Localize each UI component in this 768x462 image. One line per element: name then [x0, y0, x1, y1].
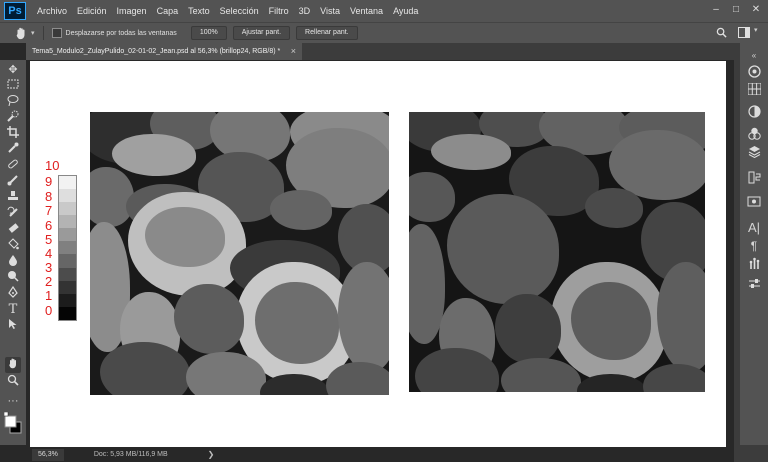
character-icon[interactable]: A| [746, 221, 762, 235]
menu-edicion[interactable]: Edición [72, 6, 112, 16]
more-icon[interactable]: ··· [5, 393, 21, 409]
hand-icon[interactable] [5, 357, 21, 373]
scale-label: 5 [45, 232, 53, 247]
grayscale-strip [58, 175, 77, 321]
eraser-icon[interactable] [5, 222, 21, 238]
lasso-icon[interactable] [5, 94, 21, 110]
layers-icon[interactable] [746, 145, 762, 159]
menu-filtro[interactable]: Filtro [264, 6, 294, 16]
close-button[interactable]: ✕ [750, 4, 762, 16]
options-bar: ▾ Desplazarse por todas las ventanas 100… [0, 22, 768, 43]
grayscale-swatch [59, 215, 76, 229]
grayscale-swatch [59, 293, 76, 307]
maximize-button[interactable]: □ [730, 4, 742, 16]
crop-icon[interactable] [5, 126, 21, 142]
photoshop-logo[interactable]: Ps [4, 2, 26, 20]
paths-icon[interactable] [746, 195, 762, 209]
healing-icon[interactable] [5, 158, 21, 174]
grayscale-swatch [59, 176, 76, 190]
zoom-100-button[interactable]: 100% [190, 26, 227, 40]
grayscale-swatch [59, 306, 76, 320]
grayscale-swatch [59, 202, 76, 216]
stamp-icon[interactable] [5, 190, 21, 206]
scale-label: 0 [45, 303, 53, 318]
search-icon[interactable] [716, 27, 727, 38]
scroll-all-label: Desplazarse por todas las ventanas [65, 29, 177, 37]
styles-icon[interactable] [746, 127, 762, 141]
document-tab-bar: Tema5_Modulo2_ZulayPulido_02-01-02_Jean.… [26, 43, 734, 60]
color-swatches-icon[interactable] [4, 412, 22, 442]
properties-icon[interactable] [746, 277, 762, 291]
swatches-icon[interactable] [746, 82, 762, 97]
scale-label: 7 [45, 203, 53, 218]
separator [42, 26, 44, 40]
document-canvas[interactable] [30, 61, 726, 447]
workspace-chevron-icon[interactable]: ▾ [754, 26, 758, 34]
minimize-button[interactable]: – [710, 4, 722, 16]
zoom-icon[interactable] [5, 374, 21, 390]
pen-icon[interactable] [5, 285, 21, 302]
grayscale-swatch [59, 228, 76, 242]
scale-label: 6 [45, 218, 53, 233]
marquee-icon[interactable] [5, 78, 21, 94]
pebbles-image-bright [90, 112, 389, 395]
move-icon[interactable]: ✥ [5, 62, 21, 78]
menu-3d[interactable]: 3D [294, 6, 316, 16]
grayscale-swatch [59, 254, 76, 268]
document-size-info: Doc: 5,93 MB/116,9 MB [93, 451, 168, 458]
type-icon[interactable]: T [5, 302, 21, 318]
menu-texto[interactable]: Texto [183, 6, 215, 16]
scroll-all-checkbox[interactable] [51, 28, 62, 38]
scale-label: 9 [45, 174, 53, 189]
grayscale-swatch [59, 241, 76, 255]
pebbles-image-dark [409, 112, 705, 392]
document-tab[interactable]: Tema5_Modulo2_ZulayPulido_02-01-02_Jean.… [26, 43, 302, 60]
scale-label: 8 [45, 189, 53, 204]
status-bar: 56,3% Doc: 5,93 MB/116,9 MB ❯ [26, 447, 734, 462]
channels-icon[interactable] [746, 171, 762, 185]
scale-label: 2 [45, 274, 53, 289]
menu-ventana[interactable]: Ventana [345, 6, 388, 16]
menu-imagen[interactable]: Imagen [112, 6, 152, 16]
panel-dock: « A| ¶ [740, 43, 768, 445]
bucket-icon[interactable] [5, 238, 21, 254]
status-menu-arrow-icon[interactable]: ❯ [208, 450, 215, 459]
hand-tool-icon[interactable] [14, 26, 28, 40]
fill-screen-button[interactable]: Rellenar pant. [296, 26, 358, 40]
dodge-icon[interactable] [5, 270, 21, 286]
menu-vista[interactable]: Vista [315, 6, 345, 16]
scale-label: 10 [45, 158, 60, 173]
zoom-level-field[interactable]: 56,3% [32, 448, 64, 461]
color-icon[interactable] [746, 65, 762, 79]
menu-ayuda[interactable]: Ayuda [388, 6, 423, 16]
fit-screen-button[interactable]: Ajustar pant. [232, 26, 291, 40]
menu-capa[interactable]: Capa [152, 6, 184, 16]
quick-select-icon[interactable] [5, 110, 21, 126]
collapse-panels-icon[interactable]: « [746, 49, 762, 63]
adjustments-icon[interactable] [746, 105, 762, 119]
document-title: Tema5_Modulo2_ZulayPulido_02-01-02_Jean.… [32, 48, 281, 55]
paragraph-icon[interactable]: ¶ [746, 239, 762, 253]
glyphs-icon[interactable] [746, 257, 762, 271]
history-brush-icon[interactable] [5, 206, 21, 222]
menu-seleccion[interactable]: Selección [215, 6, 264, 16]
workspace-icon[interactable] [738, 27, 750, 38]
scale-label: 1 [45, 288, 53, 303]
scale-label: 4 [45, 246, 53, 261]
document-close-icon[interactable]: × [291, 43, 296, 60]
grayscale-swatch [59, 280, 76, 294]
menu-archivo[interactable]: Archivo [32, 6, 72, 16]
blur-icon[interactable] [5, 254, 21, 270]
brush-icon[interactable] [5, 174, 21, 190]
path-select-icon[interactable] [5, 318, 21, 334]
scale-label: 3 [45, 260, 53, 275]
tools-panel: ✥ T ··· [0, 60, 26, 445]
grayscale-swatch [59, 189, 76, 203]
grayscale-swatch [59, 267, 76, 281]
tool-preset-chevron-icon[interactable]: ▾ [31, 29, 35, 37]
menu-bar: Ps Archivo Edición Imagen Capa Texto Sel… [0, 0, 768, 22]
eyedropper-icon[interactable] [5, 142, 21, 158]
